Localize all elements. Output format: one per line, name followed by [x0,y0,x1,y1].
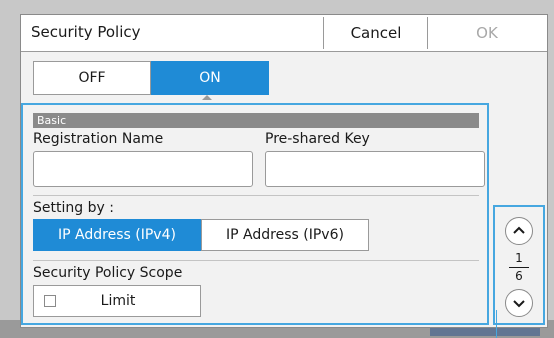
toggle-on-button[interactable]: ON [151,61,269,95]
toggle-off-button[interactable]: OFF [33,61,151,95]
page-up-button[interactable] [505,217,533,245]
settings-panel[interactable]: Basic Registration Name Pre-shared Key S… [21,103,489,325]
section-header-basic: Basic [33,113,479,128]
setting-by-label: Setting by : [33,200,114,216]
chevron-up-icon [513,226,525,234]
dialog-titlebar: Security Policy Cancel OK [21,15,547,52]
preshared-key-field[interactable] [265,151,485,187]
ipv4-option-button[interactable]: IP Address (IPv4) [33,219,201,251]
security-policy-scope-label: Security Policy Scope [33,265,183,281]
page-navigator: 1 6 [493,205,545,325]
preshared-key-label: Pre-shared Key [265,131,370,147]
chevron-down-icon [513,300,525,308]
page-down-button[interactable] [505,289,533,317]
registration-name-label: Registration Name [33,131,164,147]
registration-name-field[interactable] [33,151,253,187]
ipv6-option-button[interactable]: IP Address (IPv6) [201,219,369,251]
ok-button[interactable]: OK [427,17,546,49]
cancel-button[interactable]: Cancel [323,17,428,49]
dialog-title: Security Policy [31,23,141,41]
security-policy-dialog: Security Policy Cancel OK OFF ON Basic R… [20,14,548,328]
page-current: 1 [515,251,523,265]
page-total: 6 [515,269,523,283]
limit-checkbox-button[interactable]: Limit [33,285,201,317]
caret-up-icon [202,95,212,100]
page-fraction-line [509,267,529,268]
limit-label: Limit [100,293,136,309]
callout-line [496,310,497,338]
divider [33,260,479,261]
divider [33,195,479,196]
